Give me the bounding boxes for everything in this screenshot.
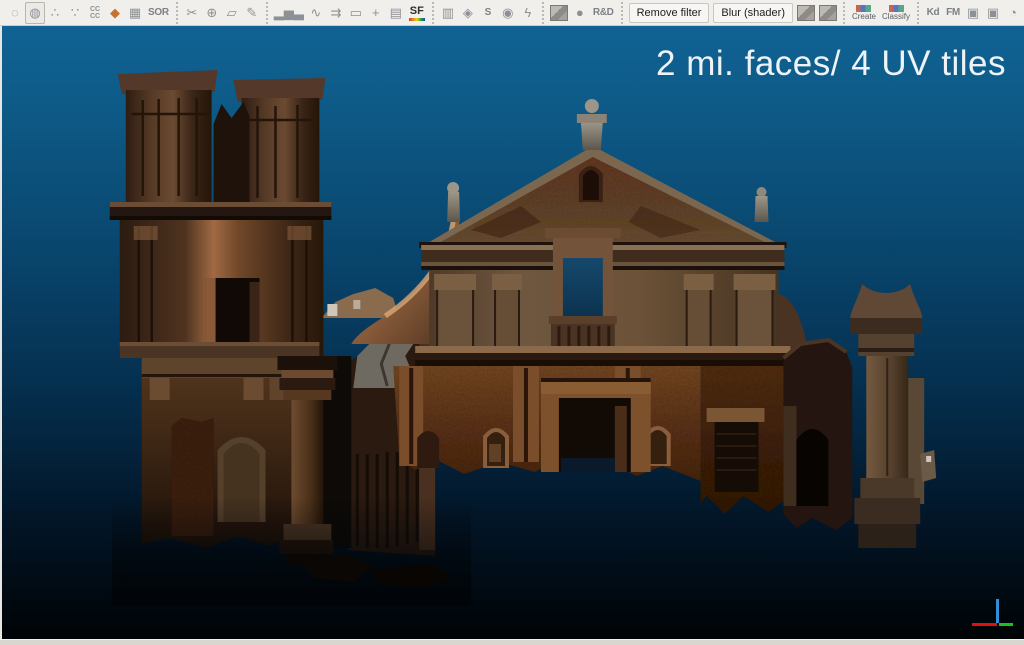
sor-filter-icon[interactable]: SOR (145, 2, 172, 24)
toolbar-group: ▥◈S◉ϟ (432, 2, 541, 24)
x-axis-line (972, 623, 997, 626)
photo-thumb-1-icon-face (797, 5, 815, 21)
freehand-select-icon[interactable]: ✎ (242, 2, 262, 24)
camufo-classify-button[interactable]: Classify (879, 2, 913, 24)
facade (415, 99, 806, 366)
y-axis-line (999, 623, 1013, 626)
pie-sphere-icon[interactable]: ◔ (1003, 2, 1023, 24)
right-ruins (783, 284, 936, 548)
axis-gizmo (970, 599, 1016, 629)
move-manipulator-icon[interactable]: ⊕ (202, 2, 222, 24)
histogram-icon[interactable]: ▂▅▃ (272, 2, 306, 24)
scatter-filter-icon[interactable]: ∵ (65, 2, 85, 24)
toolbar-group: ▂▅▃∿⇉▭+▤SF (266, 2, 431, 24)
mesh-blob-icon[interactable]: ◆ (105, 2, 125, 24)
photo-2pvs-icon-face (550, 5, 568, 21)
toolbar-group: Remove filterBlur (shader) (621, 2, 842, 24)
overlay-caption: 2 mi. faces/ 4 UV tiles (656, 44, 1006, 84)
max-transfer-icon[interactable]: ⇉ (326, 2, 346, 24)
gray-sphere-icon[interactable]: ● (570, 2, 590, 24)
toolbar-group: ✂⊕▱✎ (176, 2, 265, 24)
add-icon[interactable]: + (366, 2, 386, 24)
fm-icon[interactable]: FM (943, 2, 963, 24)
camufo-create-button[interactable]: Create (849, 2, 879, 24)
cut-icon[interactable]: ✂ (182, 2, 202, 24)
curve-plot-icon[interactable]: ∿ (306, 2, 326, 24)
lightning-figure-icon[interactable]: ϟ (518, 2, 538, 24)
blur-shader-button[interactable]: Blur (shader) (713, 3, 793, 23)
shell-sphere-icon[interactable]: ◉ (498, 2, 518, 24)
toolbar-group: ◌◍∴∵CCCC◆▦SOR (1, 2, 175, 24)
toolbar-group: CreateClassify (843, 2, 916, 24)
toolbar-group: ●R&D (542, 2, 620, 24)
toolbar-group: KdFM▣▣◔◍ (917, 2, 1024, 24)
dotted-sphere-icon[interactable]: ◌ (5, 2, 25, 24)
left-pinnacle (447, 182, 460, 222)
photo-2pvs-icon[interactable] (548, 2, 570, 24)
cc-cc-icon[interactable]: CCCC (85, 2, 105, 24)
church-model (2, 26, 1024, 639)
z-axis-line (996, 599, 999, 623)
toolbar: ◌◍∴∵CCCC◆▦SOR✂⊕▱✎▂▅▃∿⇉▭+▤SF▥◈S◉ϟ●R&DRemo… (0, 0, 1024, 26)
photo-thumb-2-icon[interactable] (817, 2, 839, 24)
left-tower (110, 70, 338, 566)
shield-icon[interactable]: ◈ (458, 2, 478, 24)
scatter-points-icon[interactable]: ∴ (45, 2, 65, 24)
checkerboard-icon[interactable]: ▦ (125, 2, 145, 24)
kd-tree-icon[interactable]: Kd (923, 2, 943, 24)
photo-thumb-1-icon[interactable] (795, 2, 817, 24)
rgb-sphere-icon[interactable]: R&D (590, 2, 617, 24)
bounding-box-icon[interactable]: ▭ (346, 2, 366, 24)
3d-viewport[interactable]: 2 mi. faces/ 4 UV tiles (0, 26, 1024, 639)
remove-filter-button[interactable]: Remove filter (629, 3, 710, 23)
photo-thumb-2-icon-face (819, 5, 837, 21)
status-bar (0, 639, 1024, 645)
page-copy-1-icon[interactable]: ▣ (963, 2, 983, 24)
sphere-button-icon[interactable]: ◍ (25, 2, 45, 24)
slice-plane-icon[interactable]: ▱ (222, 2, 242, 24)
ground-fade (112, 496, 471, 606)
page-copy-2-icon[interactable]: ▣ (983, 2, 1003, 24)
sf-quality-icon[interactable]: SF (406, 2, 428, 24)
swoosh-icon[interactable]: S (478, 2, 498, 24)
filmstrip-icon[interactable]: ▥ (438, 2, 458, 24)
calculator-icon[interactable]: ▤ (386, 2, 406, 24)
